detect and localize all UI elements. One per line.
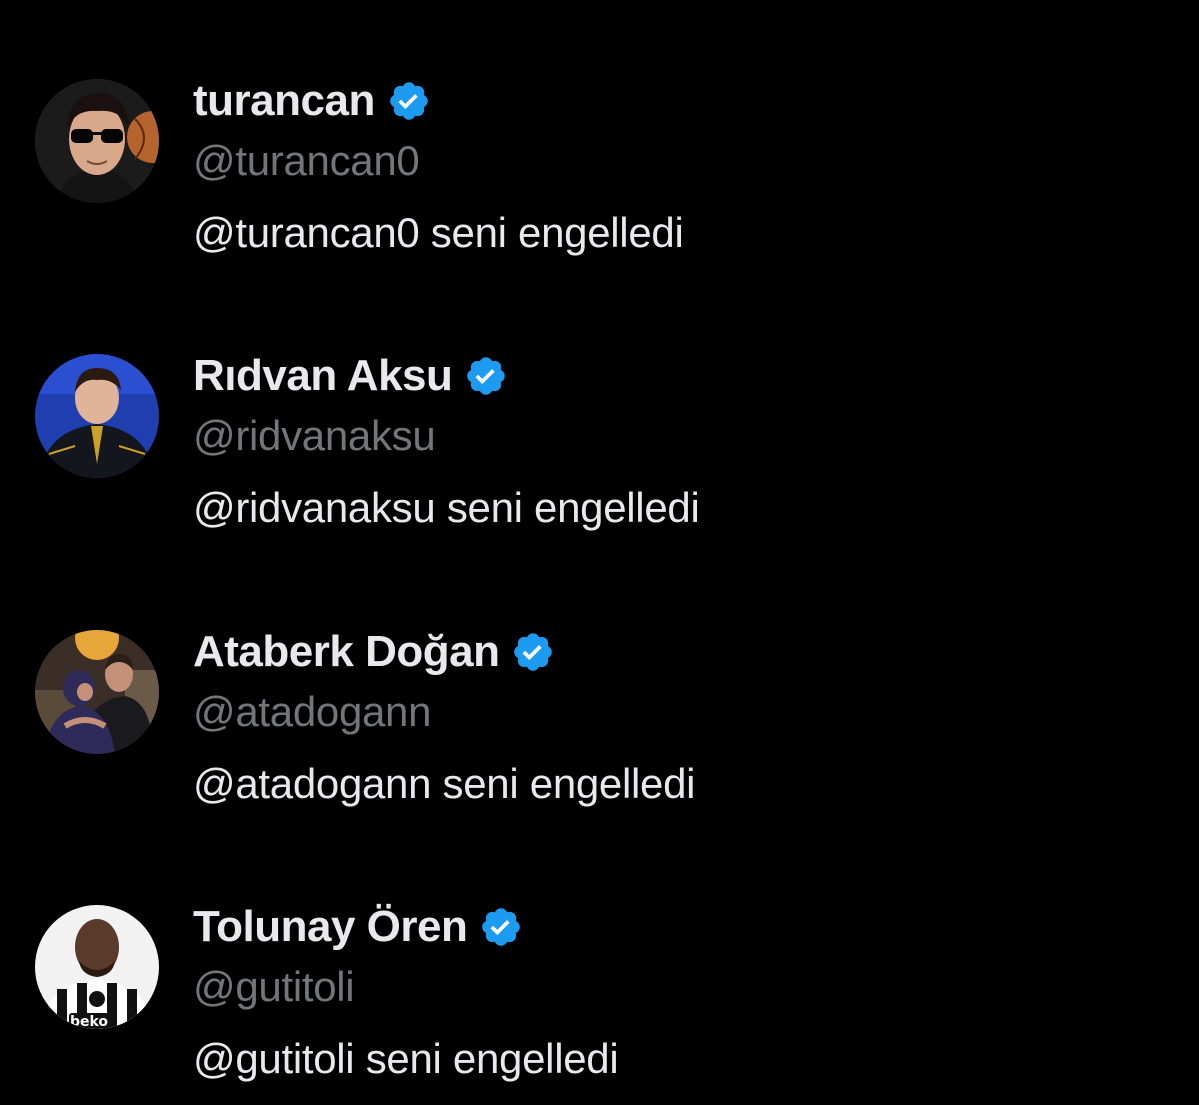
- list-item[interactable]: turancan @turancan0 @turancan0 seni enge…: [0, 75, 1199, 275]
- list-item[interactable]: Ataberk Doğan @atadogann @atadogann seni…: [0, 626, 1199, 826]
- avatar[interactable]: [35, 630, 159, 754]
- people-hugging-avatar-icon: [35, 630, 159, 754]
- user-name[interactable]: Ataberk Doğan: [193, 627, 500, 677]
- jersey-logo-text: beko: [70, 1014, 108, 1029]
- user-name[interactable]: Tolunay Ören: [193, 902, 468, 952]
- notification-message: @gutitoli seni engelledi: [193, 1035, 619, 1082]
- notification-message: @turancan0 seni engelledi: [193, 209, 684, 256]
- user-handle[interactable]: @turancan0: [193, 137, 420, 185]
- user-name[interactable]: Rıdvan Aksu: [193, 351, 453, 401]
- avatar[interactable]: [35, 354, 159, 478]
- verified-badge-icon: [464, 354, 508, 398]
- verified-badge-icon: [511, 630, 555, 674]
- notification-message: @ridvanaksu seni engelledi: [193, 484, 700, 531]
- user-name-row: turancan: [193, 75, 431, 127]
- person-blue-background-avatar-icon: [35, 354, 159, 478]
- avatar[interactable]: beko: [35, 905, 159, 1029]
- user-name-row: Tolunay Ören: [193, 901, 523, 953]
- avatar[interactable]: [35, 79, 159, 203]
- list-item[interactable]: beko Tolunay Ören @gutitoli @gutitoli se…: [0, 901, 1199, 1101]
- blocked-notifications-list: turancan @turancan0 @turancan0 seni enge…: [0, 0, 1199, 1105]
- person-sunglasses-avatar-icon: [35, 79, 159, 203]
- user-name-row: Rıdvan Aksu: [193, 350, 508, 402]
- list-item[interactable]: Rıdvan Aksu @ridvanaksu @ridvanaksu seni…: [0, 350, 1199, 550]
- verified-badge-icon: [387, 79, 431, 123]
- user-handle[interactable]: @ridvanaksu: [193, 412, 436, 460]
- user-name-row: Ataberk Doğan: [193, 626, 555, 678]
- verified-badge-icon: [479, 905, 523, 949]
- user-handle[interactable]: @gutitoli: [193, 963, 355, 1011]
- user-handle[interactable]: @atadogann: [193, 688, 431, 736]
- user-name[interactable]: turancan: [193, 76, 375, 126]
- notification-message: @atadogann seni engelledi: [193, 760, 696, 807]
- footballer-striped-jersey-avatar-icon: beko: [35, 905, 159, 1029]
